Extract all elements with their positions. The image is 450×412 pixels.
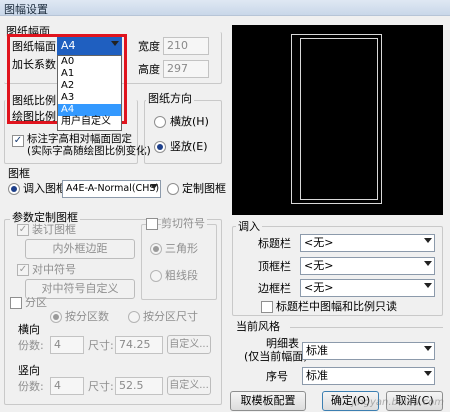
- height-field[interactable]: 297: [163, 60, 209, 78]
- orientation-group-title: 图纸方向: [146, 92, 194, 106]
- landscape-radio[interactable]: [154, 116, 166, 128]
- zoning-label: 分区: [25, 296, 47, 309]
- width-field[interactable]: 210: [163, 37, 209, 55]
- detail-table-label-2: (仅当前幅面): [244, 350, 308, 363]
- frame-select[interactable]: A4E-A-Normal(CHS): [62, 180, 161, 198]
- extend-factor-label: 加长系数: [12, 58, 56, 71]
- by-count-label: 按分区数: [65, 310, 109, 323]
- top-block-select[interactable]: <无>: [300, 257, 435, 275]
- template-config-button[interactable]: 取模板配置: [230, 391, 306, 411]
- dropdown-option[interactable]: A1: [58, 68, 121, 80]
- trim-marks-label: 剪切符号: [161, 217, 207, 231]
- center-marks-label: 对中符号: [32, 263, 76, 276]
- chevron-down-icon: [424, 238, 432, 243]
- center-marks-checkbox[interactable]: ✓: [17, 264, 29, 276]
- window-title: 图幅设置: [4, 3, 48, 16]
- frame-select-value: A4E-A-Normal(CHS): [66, 183, 160, 194]
- vertical-title: 竖向: [18, 364, 40, 377]
- vertical-size-label: 尺寸:: [88, 380, 114, 393]
- thick-line-label: 粗线段: [165, 269, 198, 282]
- thick-line-radio[interactable]: [150, 270, 162, 282]
- dropdown-option[interactable]: A0: [58, 56, 121, 68]
- orientation-group: [144, 100, 222, 164]
- side-block-select[interactable]: <无>: [300, 279, 435, 297]
- detail-table-label-1: 明细表: [266, 337, 299, 350]
- chevron-down-icon: [424, 261, 432, 266]
- number-select[interactable]: 标准: [302, 367, 435, 385]
- width-label: 宽度: [138, 40, 160, 53]
- horizontal-title: 横向: [18, 323, 40, 336]
- frame-preview: [232, 25, 443, 215]
- custom-frame-label: 定制图框: [182, 182, 226, 195]
- chevron-down-icon: [424, 371, 432, 376]
- trim-marks-checkbox[interactable]: [146, 218, 158, 230]
- by-size-radio[interactable]: [128, 311, 140, 323]
- height-label: 高度: [138, 63, 160, 76]
- dropdown-option[interactable]: A2: [58, 80, 121, 92]
- frame-group-title: 图框: [8, 167, 30, 180]
- import-group-title: 调入: [236, 220, 262, 234]
- side-block-value: <无>: [304, 281, 334, 294]
- vertical-count-label: 份数:: [18, 380, 44, 393]
- watermark: jingyan.baidu.com: [351, 397, 444, 408]
- chevron-down-icon: [424, 283, 432, 288]
- landscape-label: 横放(H): [170, 115, 209, 128]
- annotate-fixed-checkbox[interactable]: ✓: [12, 135, 24, 147]
- trim-marks-group: [141, 224, 217, 300]
- horizontal-count-field[interactable]: 4: [50, 336, 84, 354]
- readonly-checkbox[interactable]: [261, 301, 273, 313]
- top-block-label: 顶框栏: [258, 260, 291, 273]
- by-count-radio[interactable]: [50, 311, 62, 323]
- chevron-down-icon: [111, 41, 119, 46]
- style-group-divider: [290, 327, 443, 328]
- vertical-custom-button[interactable]: 自定义...: [167, 376, 211, 395]
- horizontal-custom-button[interactable]: 自定义...: [167, 335, 211, 354]
- paper-size-label: 图纸幅面: [12, 40, 56, 53]
- number-value: 标准: [306, 369, 328, 382]
- top-block-value: <无>: [304, 259, 334, 272]
- vertical-count-field[interactable]: 4: [50, 377, 84, 395]
- zoning-checkbox[interactable]: [10, 297, 22, 309]
- inner-border-button[interactable]: 内外框边距: [25, 239, 135, 259]
- by-size-label: 按分区尺寸: [143, 310, 198, 323]
- horizontal-count-label: 份数:: [18, 339, 44, 352]
- chevron-down-icon: [150, 184, 158, 189]
- paper-size-select[interactable]: A4: [57, 37, 122, 55]
- triangle-radio[interactable]: [150, 243, 162, 255]
- load-frame-label: 调入图框: [23, 182, 67, 195]
- style-group-title: 当前风格: [236, 320, 280, 333]
- side-block-label: 边框栏: [258, 282, 291, 295]
- binding-frame-checkbox[interactable]: ✓: [17, 224, 29, 236]
- detail-table-select[interactable]: 标准: [302, 342, 435, 360]
- readonly-label: 标题栏中图幅和比例只读: [276, 300, 397, 313]
- number-label: 序号: [266, 370, 288, 383]
- binding-frame-label: 装订图框: [32, 223, 76, 236]
- title-block-value: <无>: [304, 236, 334, 249]
- title-block-select[interactable]: <无>: [300, 234, 435, 252]
- horizontal-size-label: 尺寸:: [88, 339, 114, 352]
- vertical-size-field[interactable]: 52.5: [115, 377, 163, 395]
- custom-frame-radio[interactable]: [167, 183, 179, 195]
- horizontal-size-field[interactable]: 74.25: [115, 336, 163, 354]
- portrait-radio[interactable]: [154, 141, 166, 153]
- title-block-label: 标题栏: [258, 237, 291, 250]
- load-frame-radio[interactable]: [8, 183, 20, 195]
- paper-size-value: A4: [61, 39, 76, 52]
- chevron-down-icon: [424, 346, 432, 351]
- title-bar: 图幅设置: [0, 0, 450, 16]
- triangle-label: 三角形: [165, 242, 198, 255]
- detail-table-value: 标准: [306, 344, 328, 357]
- portrait-label: 竖放(E): [170, 140, 208, 153]
- preview-inner-border: [300, 38, 378, 200]
- annotate-fixed-label-2: (实际字高随绘图比例变化): [27, 145, 151, 157]
